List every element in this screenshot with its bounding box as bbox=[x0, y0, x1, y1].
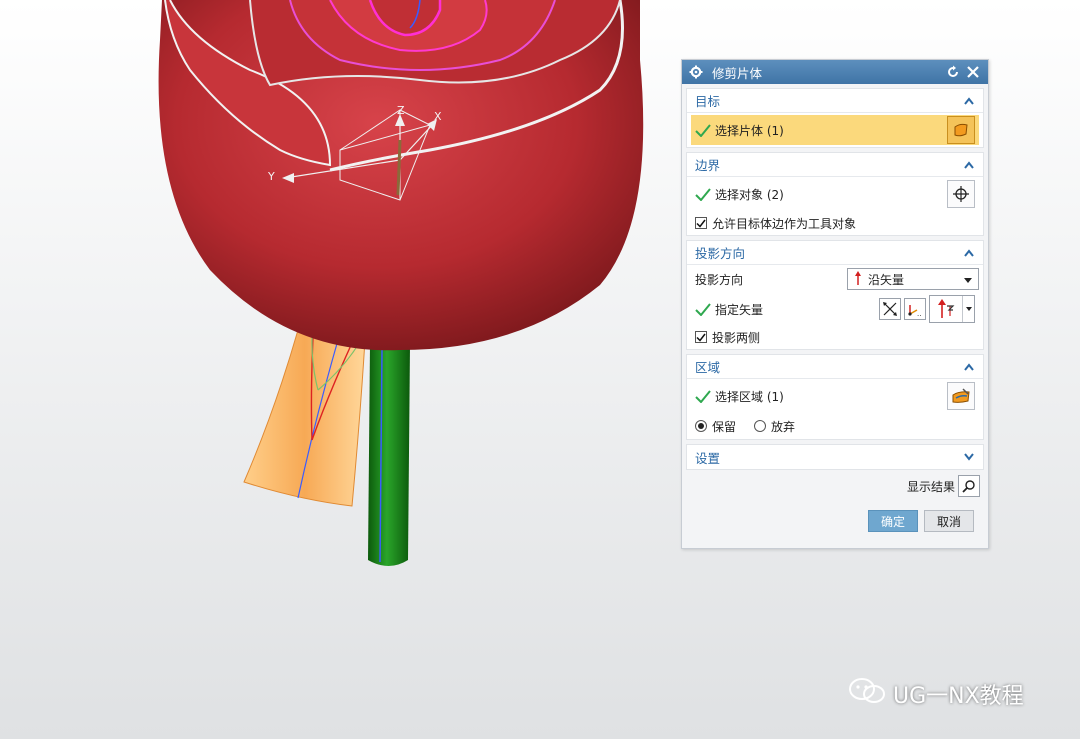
vector-type-dropdown[interactable] bbox=[929, 295, 975, 323]
show-result-row: 显示结果 bbox=[682, 474, 988, 498]
discard-label: 放弃 bbox=[771, 419, 796, 434]
section-boundary-header[interactable]: 边界 bbox=[687, 153, 983, 177]
close-icon[interactable] bbox=[964, 63, 982, 81]
check-icon bbox=[695, 187, 713, 201]
projection-direction-row: 投影方向 沿矢量 bbox=[687, 265, 983, 293]
check-icon bbox=[695, 123, 713, 137]
section-projection-header[interactable]: 投影方向 bbox=[687, 241, 983, 265]
stem bbox=[368, 345, 410, 566]
z-axis-label: Z bbox=[397, 104, 405, 117]
discard-radio[interactable] bbox=[754, 420, 767, 432]
section-region: 区域 选择区域 (1) 保留 放弃 bbox=[686, 354, 984, 440]
specify-vector-label: 指定矢量 bbox=[715, 302, 764, 317]
gear-icon bbox=[688, 64, 704, 80]
specify-vector-row: 指定矢量 .. bbox=[687, 293, 983, 325]
section-target: 目标 选择片体 (1) bbox=[686, 88, 984, 148]
select-region-row[interactable]: 选择区域 (1) bbox=[687, 379, 983, 413]
projection-direction-dropdown[interactable]: 沿矢量 bbox=[847, 268, 979, 290]
section-projection-title: 投影方向 bbox=[695, 246, 746, 261]
dropdown-arrow-icon bbox=[964, 272, 972, 286]
check-icon bbox=[695, 389, 713, 403]
chevron-down-icon bbox=[963, 451, 975, 463]
svg-text:..: .. bbox=[917, 310, 921, 317]
keep-radio[interactable] bbox=[695, 420, 707, 432]
dialog-buttons: 确定 取消 bbox=[682, 498, 988, 532]
section-target-title: 目标 bbox=[695, 94, 721, 109]
cancel-button[interactable]: 取消 bbox=[924, 510, 974, 532]
dropdown-arrow-icon bbox=[962, 296, 974, 322]
section-boundary-title: 边界 bbox=[695, 158, 721, 173]
section-region-title: 区域 bbox=[695, 360, 721, 375]
arrow-up-icon bbox=[854, 270, 862, 288]
select-object-label: 选择对象 (2) bbox=[715, 187, 784, 202]
chevron-up-icon bbox=[963, 95, 975, 107]
rose-bulb bbox=[158, 0, 644, 351]
y-axis-label: Y bbox=[267, 170, 275, 183]
section-projection: 投影方向 投影方向 沿矢量 指定矢量 .. 投影两侧 bbox=[686, 240, 984, 350]
select-sheet-row[interactable]: 选择片体 (1) bbox=[691, 115, 979, 145]
trim-sheet-dialog: 修剪片体 目标 选择片体 (1) 边界 选择对象 (2) 允许目标体边作为工具对… bbox=[681, 59, 989, 549]
select-sheet-label: 选择片体 (1) bbox=[715, 123, 784, 138]
z-axis-vector-icon bbox=[930, 298, 962, 320]
select-region-label: 选择区域 (1) bbox=[715, 389, 784, 404]
crosshair-icon[interactable] bbox=[947, 180, 975, 208]
section-settings-header[interactable]: 设置 bbox=[687, 445, 983, 469]
vector-dialog-icon[interactable]: .. bbox=[904, 298, 926, 320]
project-both-sides-row: 投影两侧 bbox=[687, 325, 983, 349]
watermark: UG一NX教程 bbox=[847, 676, 1024, 712]
section-settings: 设置 bbox=[686, 444, 984, 470]
check-icon bbox=[695, 302, 713, 316]
section-region-header[interactable]: 区域 bbox=[687, 355, 983, 379]
project-both-sides-label: 投影两侧 bbox=[712, 330, 761, 345]
project-both-sides-checkbox[interactable] bbox=[695, 331, 707, 343]
watermark-text: UG一NX教程 bbox=[893, 684, 1024, 709]
projection-direction-value: 沿矢量 bbox=[868, 272, 905, 287]
show-result-label: 显示结果 bbox=[906, 479, 955, 494]
x-axis-label: X bbox=[434, 110, 442, 123]
chevron-up-icon bbox=[963, 159, 975, 171]
dialog-titlebar[interactable]: 修剪片体 bbox=[682, 60, 988, 84]
ok-button[interactable]: 确定 bbox=[868, 510, 918, 532]
region-icon[interactable] bbox=[947, 382, 975, 410]
reset-icon[interactable] bbox=[944, 63, 962, 81]
allow-target-edge-label: 允许目标体边作为工具对象 bbox=[712, 216, 857, 231]
reverse-direction-icon[interactable] bbox=[879, 298, 901, 320]
section-boundary: 边界 选择对象 (2) 允许目标体边作为工具对象 bbox=[686, 152, 984, 236]
select-object-row[interactable]: 选择对象 (2) bbox=[687, 177, 983, 211]
region-option-row: 保留 放弃 bbox=[687, 413, 983, 439]
allow-target-edge-checkbox[interactable] bbox=[695, 217, 707, 229]
sheet-body-icon[interactable] bbox=[947, 116, 975, 144]
allow-target-edge-row: 允许目标体边作为工具对象 bbox=[687, 211, 983, 235]
wechat-logo-icon bbox=[847, 676, 887, 712]
dialog-title: 修剪片体 bbox=[712, 65, 763, 81]
magnifier-icon[interactable] bbox=[958, 475, 980, 497]
section-target-header[interactable]: 目标 bbox=[687, 89, 983, 113]
keep-label: 保留 bbox=[712, 419, 737, 434]
section-settings-title: 设置 bbox=[695, 450, 721, 466]
chevron-up-icon bbox=[963, 361, 975, 373]
chevron-up-icon bbox=[963, 247, 975, 259]
